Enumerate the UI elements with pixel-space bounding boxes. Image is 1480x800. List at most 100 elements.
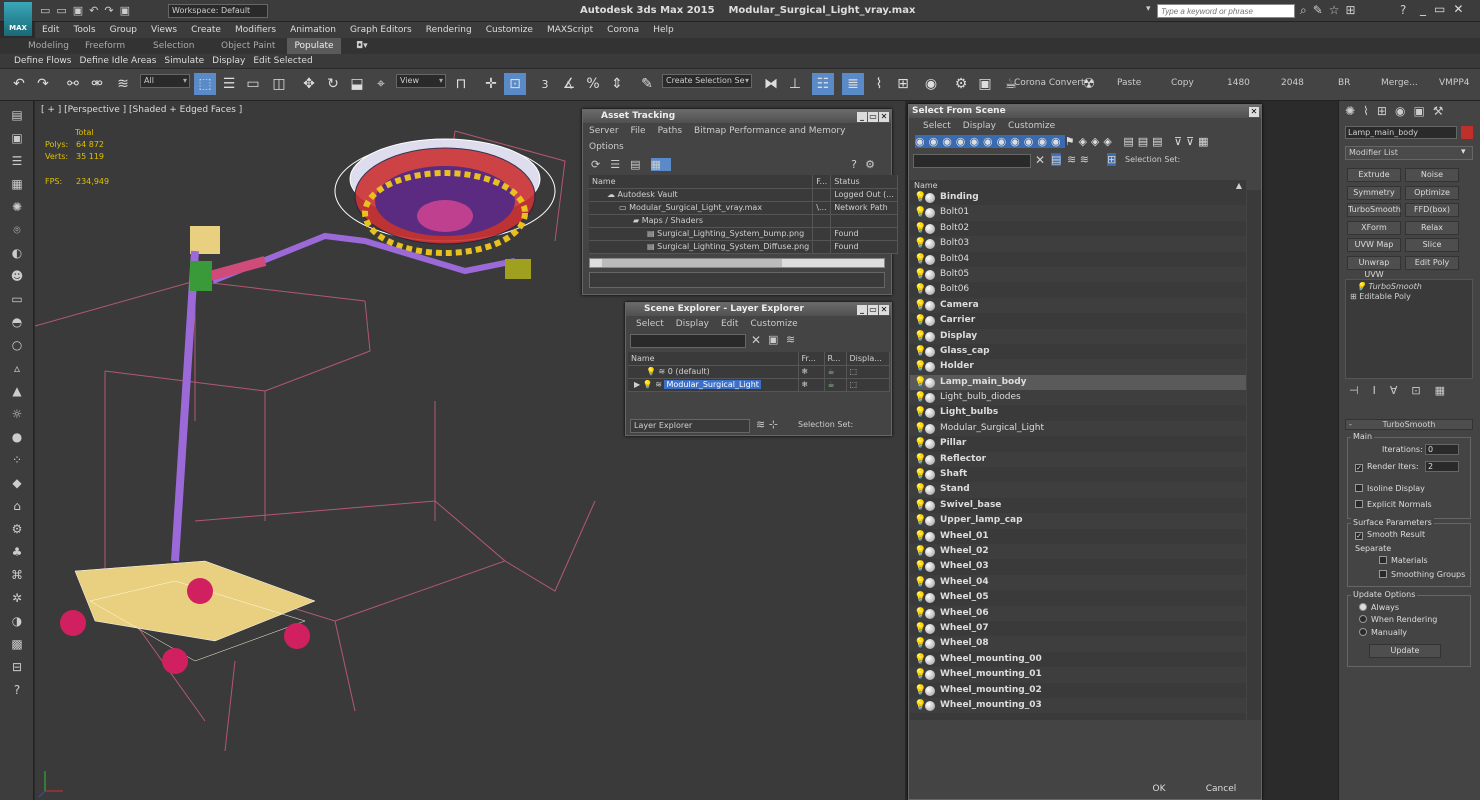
explicit-normals-checkbox[interactable]: Explicit Normals [1355,500,1432,509]
list-item[interactable]: 💡 Wheel_04 [910,574,1246,591]
modifier-button-extrude[interactable]: Extrude [1347,168,1401,182]
align-icon[interactable]: ⊟ [6,658,28,676]
sun-icon[interactable]: ☼ [6,405,28,423]
at-menu-file[interactable]: File [625,123,652,139]
list-item[interactable]: 💡 Lamp_main_body [910,374,1246,391]
dome-icon[interactable]: ◓ [6,313,28,331]
app-logo[interactable]: MAX [4,2,32,36]
copy-button[interactable]: Copy [1171,78,1194,88]
list-item[interactable]: 💡 Bolt05 [910,266,1246,283]
refresh-icon[interactable]: ⟳ [591,158,610,171]
corona-icon[interactable]: ☢ [1078,73,1100,95]
scene-explorer-icon[interactable]: ☷ [812,73,834,95]
asset-row[interactable]: ☁ Autodesk Vault Logged Out (... [589,188,898,202]
at-menu-server[interactable]: Server [583,123,625,139]
menu-help[interactable]: Help [646,22,681,38]
scene-explorer-window-buttons[interactable]: _ ▭ ✕ [856,304,889,317]
ribbon-simulate[interactable]: Simulate [160,54,208,68]
pivot-icon[interactable]: ⊓ [450,73,472,95]
menu-edit[interactable]: Edit [35,22,66,38]
box-icon[interactable]: ▭ [6,290,28,308]
help-icon[interactable]: ? [1400,3,1406,17]
select-from-scene-dialog[interactable]: Select From Scene ✕ Select Display Customi… [908,104,1262,800]
bulb-icon[interactable]: 💡 [914,407,926,418]
list-item[interactable]: 💡 Wheel_mounting_01 [910,667,1246,683]
sfs-filter-icons[interactable]: ◉◉◉◉◉◉◉◉◉◉◉ [915,135,1065,148]
list-item[interactable]: 💡 Holder [910,359,1246,375]
ribbon-define-flows[interactable]: Define Flows [10,54,75,68]
asset-row[interactable]: ▭ Modular_Surgical_Light_vray.max \... Net… [589,201,898,215]
list-item[interactable]: 💡 Display [910,328,1246,344]
isoline-checkbox[interactable]: Isoline Display [1355,484,1425,493]
col-status[interactable]: Status [830,175,898,189]
select-object-icon[interactable]: ⬚ [194,73,216,95]
schematic-view-icon[interactable]: ⊞ [892,73,914,95]
sfs-scrollbar[interactable] [1247,190,1261,720]
shape-icon[interactable]: ⌂ [6,497,28,515]
col-name[interactable]: Name [628,352,799,366]
list-item[interactable]: 💡 Wheel_mounting_03 [910,697,1246,714]
selection-filter-combo[interactable]: All [140,74,190,88]
bulb-icon[interactable]: 💡 [914,561,926,572]
tab-modeling[interactable]: Modeling [28,38,69,54]
camera-icon[interactable]: ⌾ [6,221,28,239]
infocenter-icons[interactable]: ⌕✎☆⊞ [1300,3,1362,18]
list-item[interactable]: 💡 Upper_lamp_cap [910,513,1246,529]
asset-row[interactable]: ▤ Surgical_Lighting_System_Diffuse.png Fo… [589,240,898,254]
tab-freeform[interactable]: Freeform [85,38,125,54]
bulb-icon[interactable]: 💡 [914,269,926,280]
sfs-close[interactable]: ✕ [1248,106,1259,119]
col-freeze[interactable]: Fr... [798,352,825,366]
bulb-icon[interactable]: 💡 [914,608,926,619]
asset-tracking-title[interactable]: Asset Tracking _ ▭ ✕ [583,110,891,123]
corona-convert-button[interactable]: Corona Convert [1014,78,1084,88]
list-item[interactable]: 💡 Light_bulb_diodes [910,390,1246,406]
list-item[interactable]: 💡 Reflector [910,451,1246,468]
se-menu-select[interactable]: Select [630,316,670,332]
bind-space-warp-icon[interactable]: ≋ [112,73,134,95]
modifier-list-combo[interactable]: Modifier List [1345,146,1473,160]
particles-icon[interactable]: ⁘ [6,451,28,469]
bulb-icon[interactable]: 💡 [914,238,926,249]
undo-icon[interactable]: ↶ [8,73,30,95]
list-item[interactable]: 💡 Wheel_08 [910,636,1246,652]
ribbon-edit-selected[interactable]: Edit Selected [249,54,316,68]
select-from-scene-title[interactable]: Select From Scene ✕ [909,105,1261,118]
hf-icon[interactable]: ⌘ [6,566,28,584]
menu-create[interactable]: Create [184,22,228,38]
stack-item-editable-poly[interactable]: ⊞ Editable Poly [1346,291,1472,301]
rendered-frame-icon[interactable]: ▣ [974,73,996,95]
list-item[interactable]: 💡 Pillar [910,436,1246,451]
render-teapot-icon[interactable]: ☕ [824,365,847,379]
material-editor-icon[interactable]: ◉ [920,73,942,95]
percent-snap-icon[interactable]: % [582,73,604,95]
when-rendering-radio[interactable]: When Rendering [1359,615,1437,624]
layer-explorer-icon[interactable]: ≣ [842,73,864,95]
render-iters-checkbox[interactable]: ✓ Render Iters: [1355,462,1419,472]
rollout-header[interactable]: - TurboSmooth [1345,419,1473,430]
tab-object-paint[interactable]: Object Paint [221,38,275,54]
modifier-button-turbosmooth[interactable]: TurboSmooth [1347,203,1401,218]
window-controls[interactable]: _▭✕ [1420,2,1471,16]
manually-radio[interactable]: Manually [1359,628,1407,637]
list-item[interactable]: 💡 Wheel_01 [910,529,1246,544]
shade-icon[interactable]: ◑ [6,612,28,630]
spinner-snap-icon[interactable]: ⇕ [606,73,628,95]
menu-graph-editors[interactable]: Graph Editors [343,22,419,38]
plant-icon[interactable]: ♣ [6,543,28,561]
geo-icon[interactable]: ◆ [6,474,28,492]
scale-icon[interactable]: ⬓ [346,73,368,95]
ribbon-define-idle-areas[interactable]: Define Idle Areas [75,54,160,68]
display-icon[interactable]: ▣ [6,129,28,147]
asset-row[interactable]: ▤ Surgical_Lighting_System_bump.png Found [589,227,898,241]
command-panel-tabs[interactable]: ✺⌇⊞◉▣⚒ [1345,104,1452,118]
render-teapot-icon[interactable]: ☕ [824,378,847,392]
modifier-button-noise[interactable]: Noise [1405,168,1459,182]
bulb-icon[interactable]: 💡 [914,685,926,696]
sfs-layer-icon[interactable]: ≋ ≋ [1067,153,1089,166]
select-by-name-icon[interactable]: ☰ [218,73,240,95]
bulb-icon[interactable]: 💡 [914,254,926,265]
ball-icon[interactable]: ● [6,428,28,446]
bulb-icon[interactable]: 💡 [914,500,926,511]
layer-tools-icon[interactable]: ▣ [768,333,778,346]
